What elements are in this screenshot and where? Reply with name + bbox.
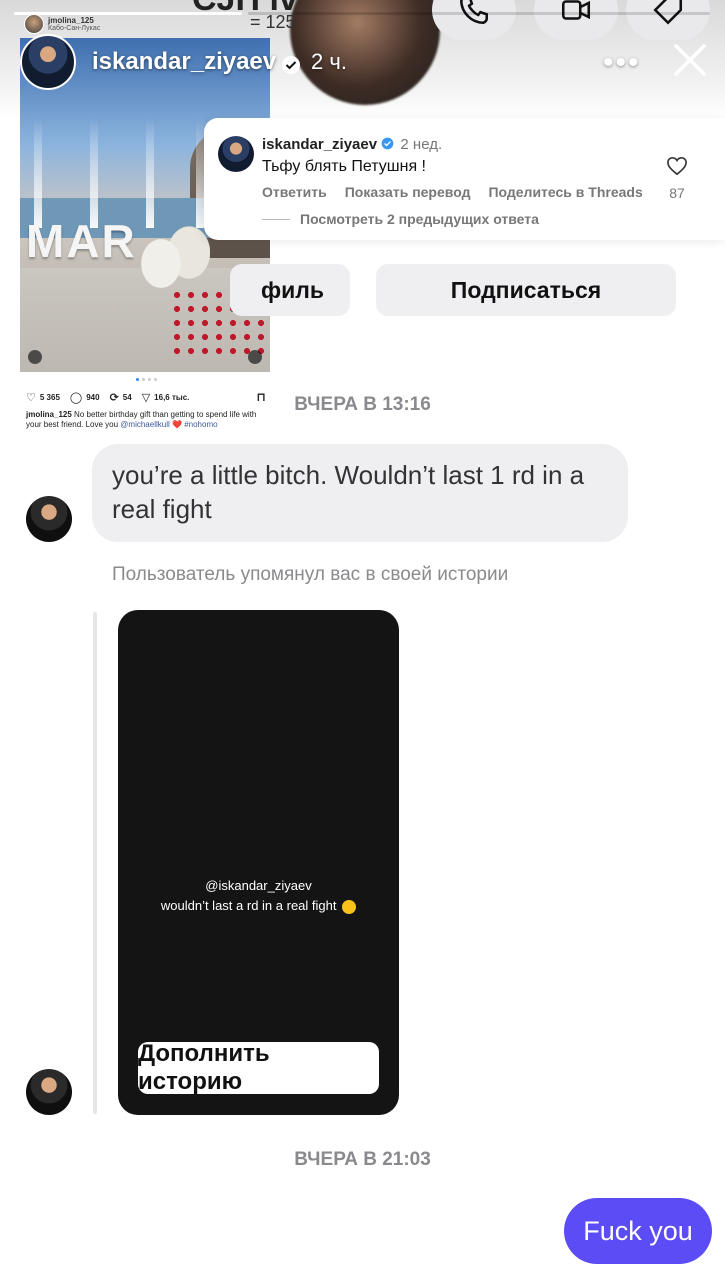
timestamp-separator: ВЧЕРА В 13:16 [0, 394, 725, 416]
view-previous-replies[interactable]: Посмотреть 2 предыдущих ответа [262, 211, 539, 227]
divider [262, 218, 290, 220]
contact-subtitle: = 125 [250, 12, 296, 32]
sender-avatar[interactable] [26, 496, 72, 542]
embedded-post-location: Кабо-Сан-Лукас [48, 24, 101, 32]
photo-firework [34, 118, 42, 228]
story-time: 2 ч. [311, 49, 347, 74]
share-threads-link[interactable]: Поделитесь в Threads [488, 184, 642, 200]
reply-link[interactable]: Ответить [262, 184, 327, 200]
comment-header: iskandar_ziyaev 2 нед. [262, 136, 442, 153]
timestamp-separator: ВЧЕРА В 21:03 [0, 1149, 725, 1171]
story-username[interactable]: iskandar_ziyaev [92, 48, 276, 75]
sender-avatar[interactable] [26, 1069, 72, 1115]
embedded-post-avatar [24, 14, 44, 34]
carousel-dot [154, 378, 157, 381]
story-text: wouldn’t last a rd in a real fight [160, 898, 337, 913]
story-header[interactable]: iskandar_ziyaev 2 ч. [20, 34, 347, 90]
photo-letters: MAR [26, 215, 137, 267]
tagged-people-icon[interactable] [28, 350, 42, 364]
carousel-dot [136, 378, 139, 381]
incoming-message-bubble[interactable]: you’re a little bitch. Wouldn’t last 1 r… [92, 444, 628, 542]
carousel-dots [136, 378, 157, 381]
comment-time: 2 нед. [400, 136, 443, 153]
story-progress-bar [14, 12, 710, 15]
more-options-icon[interactable]: ••• [603, 46, 641, 80]
subscribe-button[interactable]: Подписаться [376, 264, 676, 316]
comment-text: Тьфу блять Петушня ! [262, 158, 426, 175]
story-mention-note: Пользователь упомянул вас в своей истори… [112, 564, 509, 585]
story-avatar[interactable] [20, 34, 76, 90]
view-previous-replies-label: Посмотреть 2 предыдущих ответа [300, 211, 539, 227]
caption-hashtag[interactable]: #nohomo [184, 420, 217, 429]
caption-mention[interactable]: @michaellkull [120, 420, 169, 429]
tag-button[interactable] [626, 0, 710, 40]
comment-avatar[interactable] [218, 136, 254, 172]
story-mention-card[interactable]: @iskandar_ziyaev wouldn’t last a rd in a… [118, 610, 399, 1115]
verified-badge-icon [281, 55, 300, 74]
comment-card: iskandar_ziyaev 2 нед. Тьфу блять Петушн… [204, 118, 725, 240]
video-call-button[interactable] [534, 0, 618, 40]
add-to-story-button[interactable]: Дополнить историю [138, 1040, 379, 1095]
close-icon[interactable] [670, 40, 710, 80]
outgoing-message-bubble[interactable]: Fuck you [564, 1198, 712, 1264]
timestamp-text: ВЧЕРА В 13:16 [294, 394, 431, 415]
verified-badge-icon [381, 137, 394, 150]
timestamp-text: ВЧЕРА В 21:03 [294, 1149, 431, 1170]
mute-icon[interactable] [248, 350, 262, 364]
progress-segment [482, 12, 710, 15]
comment-like[interactable]: 87 [662, 156, 692, 201]
call-button[interactable] [432, 0, 516, 40]
profile-button[interactable]: филь [230, 264, 350, 316]
story-mention-username: @iskandar_ziyaev [205, 878, 312, 893]
embedded-post-header: jmolina_125 Кабо-Сан-Лукас [24, 14, 100, 34]
embedded-post-username: jmolina_125 [48, 15, 94, 25]
comment-username[interactable]: iskandar_ziyaev [262, 136, 377, 153]
show-translation-link[interactable]: Показать перевод [345, 184, 471, 200]
reply-indicator-line [93, 612, 97, 1114]
progress-segment [248, 12, 476, 15]
laughing-emoji-icon [342, 899, 357, 914]
photo-firework [90, 118, 98, 228]
carousel-dot [142, 378, 145, 381]
comment-likes-count: 87 [669, 185, 685, 201]
caption-heart: ❤️ [172, 420, 182, 429]
carousel-dot [148, 378, 151, 381]
story-text-line: wouldn’t last a rd in a real fight [118, 898, 399, 914]
comment-actions: Ответить Показать перевод Поделитесь в T… [262, 184, 643, 200]
heart-icon[interactable] [666, 156, 688, 176]
